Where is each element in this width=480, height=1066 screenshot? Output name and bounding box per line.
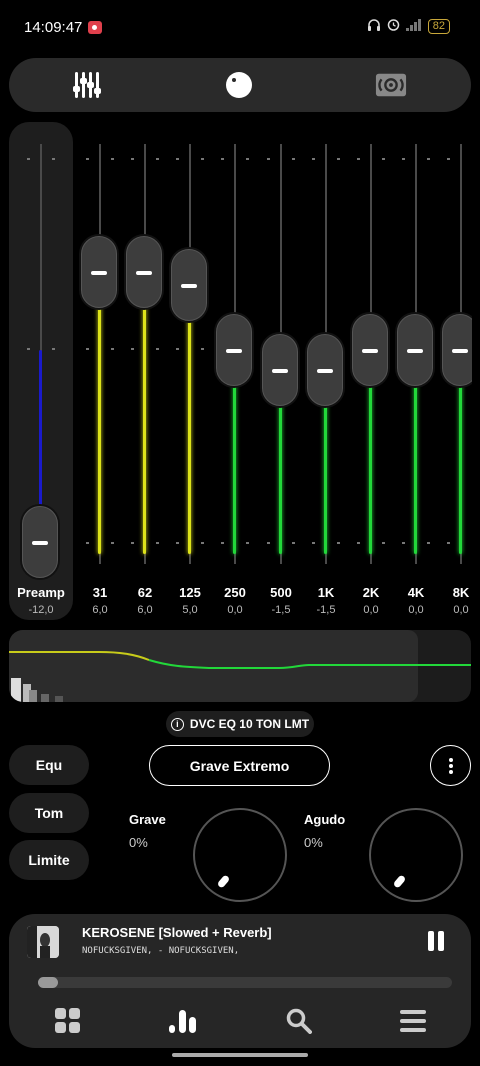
band-freq-label: 1K [317,585,335,600]
band-knob[interactable] [171,249,207,321]
limite-button[interactable]: Limite [9,840,89,880]
band-freq-label: 4K [407,585,425,600]
tom-button[interactable]: Tom [9,793,89,833]
band-slider-1k[interactable] [304,122,348,582]
more-options-button[interactable] [430,745,471,786]
headphones-icon [367,18,381,34]
band-fill [98,272,101,554]
band-knob[interactable] [81,236,117,308]
equalizer-bars-icon [169,1010,196,1033]
preamp-knob[interactable] [22,506,58,578]
equ-button[interactable]: Equ [9,745,89,785]
band-slider-4k[interactable] [394,122,438,582]
eq-bands [78,122,472,620]
preset-select-button[interactable]: Grave Extremo [149,745,330,786]
band-gain-value: 6,0 [92,604,108,616]
band-knob[interactable] [397,314,433,386]
band-gain-value: 5,0 [182,604,198,616]
mode-tabs [9,58,471,112]
tab-surround[interactable] [375,69,407,101]
equalizer-sliders-icon [73,72,101,98]
band-gain-value: 0,0 [453,604,469,616]
grave-dial[interactable] [193,808,287,902]
band-gain-value: 6,0 [137,604,153,616]
band-freq-label: 250 [224,585,246,600]
agudo-value: 0% [304,835,323,850]
preamp-fill [39,350,42,510]
alarm-icon [387,18,400,34]
nav-grid[interactable] [53,1006,83,1036]
agudo-label: Agudo [304,812,346,827]
nav-search[interactable] [284,1006,314,1036]
band-gain-value: -1,5 [271,604,291,616]
album-art[interactable] [27,926,59,958]
band-slider-500[interactable] [259,122,303,582]
band-slider-31[interactable] [78,122,122,582]
band-slider-2k[interactable] [349,122,393,582]
battery-indicator: 82 [427,18,450,34]
band-slider-125[interactable] [168,122,212,582]
band-freq-label: 2K [362,585,380,600]
band-knob[interactable] [352,314,388,386]
grid-icon [55,1008,80,1033]
agudo-dial[interactable] [369,808,463,902]
grave-label: Grave [129,812,166,827]
search-icon [286,1008,312,1034]
home-indicator [172,1053,308,1057]
preamp-value: -12,0 [28,604,54,616]
screen-record-icon [88,21,102,34]
status-icons: 82 [367,18,450,34]
grave-dial-indicator [216,874,231,889]
info-icon: i [170,717,184,731]
band-knob[interactable] [126,236,162,308]
preset-info-chip[interactable]: i DVC EQ 10 TON LMT [166,711,314,737]
band-fill [143,272,146,554]
band-slider-8k[interactable] [439,122,472,582]
song-artist: NOFUCKSGIVEN, - NOFUCKSGIVEN, [82,946,240,956]
grave-value: 0% [129,835,148,850]
menu-icon [400,1010,426,1032]
song-title: KEROSENE [Slowed + Reverb] [82,925,272,940]
status-bar: 14:09:47 82 [0,0,480,56]
band-freq-label: 31 [92,585,108,600]
band-freq-label: 125 [179,585,201,600]
eq-response-curve [9,630,471,702]
band-freq-label: 8K [452,585,470,600]
progress-thumb[interactable] [38,977,58,988]
pause-icon [428,931,434,951]
band-freq-label: 500 [270,585,292,600]
playback-progress-bar[interactable] [38,977,452,988]
preamp-label: Preamp [17,585,65,600]
band-gain-value: 0,0 [408,604,424,616]
tab-volume-knob[interactable] [223,69,255,101]
band-knob[interactable] [262,333,298,406]
band-gain-value: 0,0 [363,604,379,616]
nav-equalizer[interactable] [168,1006,198,1036]
preamp-slider[interactable] [9,122,73,582]
more-vertical-icon [448,757,453,774]
signal-icon [405,18,422,34]
tab-equalizer[interactable] [71,69,103,101]
agudo-dial-indicator [392,874,407,889]
band-knob[interactable] [307,333,343,406]
surround-speaker-icon [375,73,407,97]
band-freq-label: 62 [137,585,153,600]
band-slider-62[interactable] [123,122,167,582]
preset-chip-text: DVC EQ 10 TON LMT [189,717,310,731]
band-knob[interactable] [216,314,252,386]
pause-button[interactable] [426,931,446,951]
band-gain-value: -1,5 [316,604,336,616]
band-knob[interactable] [442,314,472,386]
band-gain-value: 0,0 [227,604,243,616]
knob-icon [226,72,252,98]
status-time: 14:09:47 [24,19,83,36]
nav-menu[interactable] [398,1006,428,1036]
band-slider-250[interactable] [213,122,257,582]
band-fill [188,285,191,554]
